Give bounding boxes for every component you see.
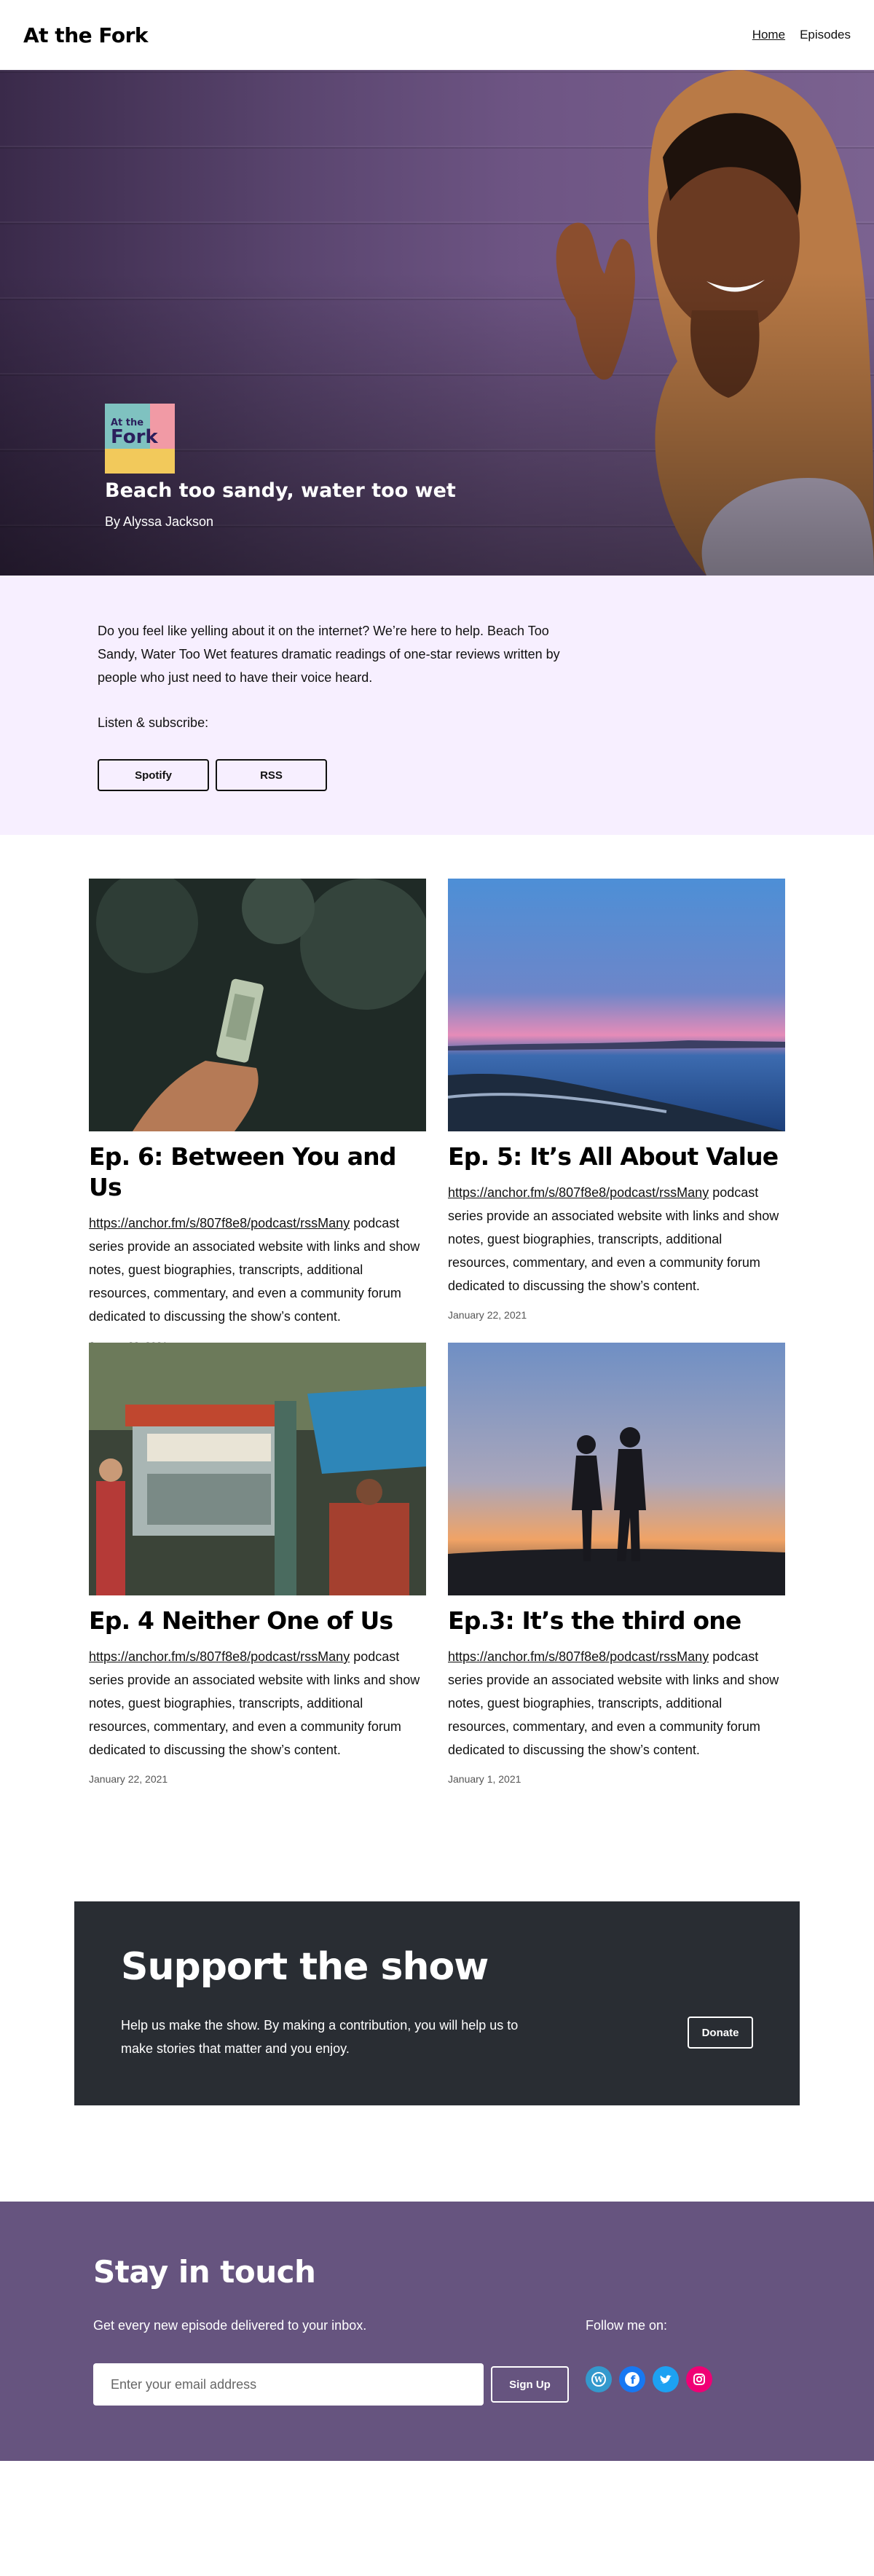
- listen-subscribe-label: Listen & subscribe:: [98, 715, 209, 730]
- episode-rss-link[interactable]: https://anchor.fm/s/807f8e8/podcast/rssM…: [89, 1649, 350, 1664]
- episode-title[interactable]: Ep. 6: Between You and Us: [89, 1142, 426, 1203]
- donate-button[interactable]: Donate: [688, 2017, 753, 2049]
- twitter-icon[interactable]: [653, 2366, 679, 2392]
- footer-subtitle: Get every new episode delivered to your …: [93, 2318, 367, 2333]
- podcast-cover-art: At the Fork: [105, 404, 175, 474]
- episode-excerpt: https://anchor.fm/s/807f8e8/podcast/rssM…: [448, 1649, 779, 1757]
- episode-date: January 22, 2021: [448, 1309, 527, 1321]
- signup-button[interactable]: Sign Up: [491, 2366, 569, 2403]
- episode-excerpt: https://anchor.fm/s/807f8e8/podcast/rssM…: [448, 1185, 779, 1293]
- episode-excerpt: https://anchor.fm/s/807f8e8/podcast/rssM…: [89, 1216, 420, 1324]
- facebook-icon[interactable]: f: [619, 2366, 645, 2392]
- episode-card: Ep. 5: It’s All About Value https://anch…: [448, 879, 785, 1321]
- support-text: Help us make the show. By making a contr…: [121, 2018, 519, 2056]
- episode-card: Ep.3: It’s the third one https://anchor.…: [448, 1343, 785, 1785]
- podcast-author: By Alyssa Jackson: [105, 514, 214, 529]
- wordpress-icon[interactable]: W: [586, 2366, 612, 2392]
- newsletter-footer: Stay in touch Get every new episode deli…: [0, 2202, 874, 2461]
- nav-episodes-link[interactable]: Episodes: [800, 28, 851, 42]
- episode-excerpt: https://anchor.fm/s/807f8e8/podcast/rssM…: [89, 1649, 420, 1757]
- hero-cover: At the Fork Beach too sandy, water too w…: [0, 70, 874, 576]
- episode-thumbnail[interactable]: [448, 1343, 785, 1595]
- episode-card: Ep. 6: Between You and Us https://anchor…: [89, 879, 426, 1351]
- nav-home-link[interactable]: Home: [752, 28, 785, 42]
- footer-title: Stay in touch: [93, 2254, 316, 2290]
- episode-date: January 22, 2021: [89, 1773, 168, 1785]
- svg-text:W: W: [594, 2375, 604, 2384]
- rss-button[interactable]: RSS: [216, 759, 327, 791]
- site-title[interactable]: At the Fork: [23, 23, 149, 47]
- site-header: At the Fork Home Episodes: [0, 0, 874, 70]
- episode-title[interactable]: Ep.3: It’s the third one: [448, 1606, 785, 1636]
- instagram-icon[interactable]: [686, 2366, 712, 2392]
- email-field[interactable]: [93, 2363, 484, 2406]
- episode-thumbnail[interactable]: [448, 879, 785, 1131]
- episode-rss-link[interactable]: https://anchor.fm/s/807f8e8/podcast/rssM…: [448, 1649, 709, 1664]
- episode-card: Ep. 4 Neither One of Us https://anchor.f…: [89, 1343, 426, 1785]
- episode-date: January 1, 2021: [448, 1773, 521, 1785]
- episode-thumbnail[interactable]: [89, 879, 426, 1131]
- cover-art-logo: At the Fork: [111, 417, 158, 448]
- svg-text:f: f: [631, 2373, 636, 2387]
- support-banner: Support the show Help us make the show. …: [74, 1901, 800, 2105]
- follow-label: Follow me on:: [586, 2318, 668, 2333]
- episode-title[interactable]: Ep. 4 Neither One of Us: [89, 1606, 426, 1636]
- intro-section: Do you feel like yelling about it on the…: [0, 576, 874, 835]
- episode-title[interactable]: Ep. 5: It’s All About Value: [448, 1142, 785, 1172]
- episode-rss-link[interactable]: https://anchor.fm/s/807f8e8/podcast/rssM…: [89, 1216, 350, 1230]
- podcast-description: Do you feel like yelling about it on the…: [98, 624, 560, 685]
- social-links: W f: [586, 2366, 712, 2392]
- support-title: Support the show: [121, 1945, 489, 1989]
- podcast-title: Beach too sandy, water too wet: [105, 479, 456, 502]
- episode-rss-link[interactable]: https://anchor.fm/s/807f8e8/podcast/rssM…: [448, 1185, 709, 1200]
- spotify-button[interactable]: Spotify: [98, 759, 209, 791]
- episode-thumbnail[interactable]: [89, 1343, 426, 1595]
- main-nav: Home Episodes: [752, 28, 851, 42]
